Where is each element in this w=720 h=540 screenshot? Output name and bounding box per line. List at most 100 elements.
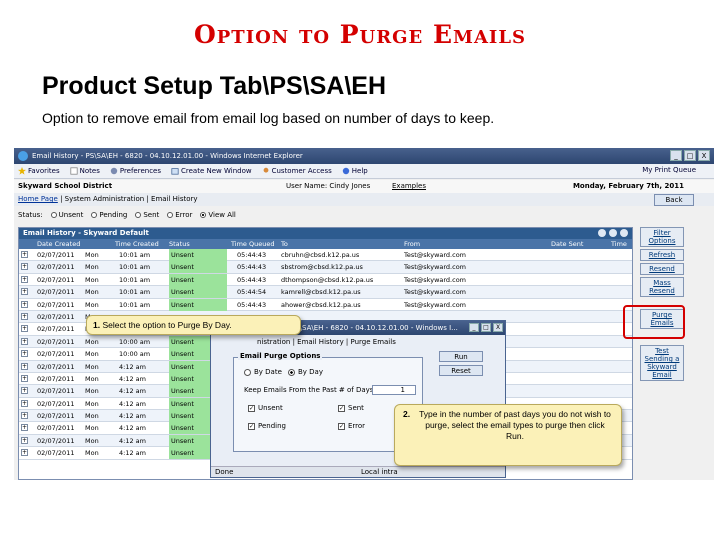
popup-minimize-button[interactable]: _	[469, 323, 479, 332]
col-to[interactable]: To	[281, 240, 288, 248]
search-icon[interactable]	[598, 229, 606, 237]
by-date-radio[interactable]: By Date	[244, 368, 282, 376]
expand-icon[interactable]: +	[21, 436, 28, 444]
window-icon	[171, 168, 179, 175]
status-sent-radio[interactable]: Sent	[135, 211, 159, 219]
table-row[interactable]: +02/07/2011 Mon 10:01 am Unsent 05:44:43 sbst…	[19, 261, 632, 274]
expand-icon[interactable]: +	[21, 288, 28, 296]
breadcrumb: Home Page | System Administration | Emai…	[14, 193, 714, 206]
note-icon	[70, 167, 78, 175]
expand-icon[interactable]: +	[21, 424, 28, 432]
cell-day: Mon	[85, 449, 99, 458]
col-time-created[interactable]: Time Created	[115, 240, 159, 248]
expand-icon[interactable]: +	[21, 399, 28, 407]
col-date-created[interactable]: Date Created	[37, 240, 80, 248]
expand-icon[interactable]: +	[21, 300, 28, 308]
cell-time-queued: 05:44:43	[237, 275, 267, 284]
expand-icon[interactable]: +	[21, 325, 28, 333]
popup-close-button[interactable]: X	[493, 323, 503, 332]
back-button[interactable]: Back	[654, 194, 694, 206]
table-row[interactable]: +02/07/2011 Mon 10:01 am Unsent 05:44:43 cbru…	[19, 249, 632, 262]
cell-time-created: 10:01 am	[119, 251, 151, 259]
col-status[interactable]: Status	[169, 240, 190, 248]
expand-icon[interactable]: +	[21, 374, 28, 382]
col-date-sent[interactable]: Date Sent	[551, 240, 583, 248]
menu-notes[interactable]: Notes	[70, 167, 100, 175]
cell-time-created: 4:12 am	[119, 412, 146, 421]
table-row[interactable]: +02/07/2011 Mon 10:01 am Unsent 05:44:43 ahow…	[19, 298, 632, 311]
minimize-button[interactable]: _	[670, 150, 682, 161]
expand-icon[interactable]: +	[21, 312, 28, 320]
resend-button[interactable]: Resend	[640, 263, 684, 275]
expand-icon[interactable]: +	[21, 275, 28, 283]
run-button[interactable]: Run	[439, 351, 483, 362]
home-page-link[interactable]: Home Page	[18, 195, 58, 203]
menu-customer-access[interactable]: Customer Access	[262, 167, 332, 175]
col-time[interactable]: Time	[611, 240, 627, 248]
filter-options-button[interactable]: Filter Options	[640, 227, 684, 247]
cell-day: Mon	[85, 263, 99, 272]
print-icon[interactable]	[609, 229, 617, 237]
cell-time-created: 10:00 am	[119, 350, 151, 359]
expand-icon[interactable]: +	[21, 362, 28, 370]
close-button[interactable]: X	[698, 150, 710, 161]
unsent-checkbox[interactable]: ✓ Unsent	[248, 404, 283, 412]
popup-statusbar: Done Local intra	[211, 466, 505, 477]
expand-icon[interactable]: +	[21, 350, 28, 358]
refresh-button[interactable]: Refresh	[640, 249, 684, 261]
col-from[interactable]: From	[404, 240, 420, 248]
cell-time-created: 4:12 am	[119, 449, 146, 458]
col-time-queued[interactable]: Time Queued	[231, 240, 274, 248]
days-input[interactable]: 1	[372, 385, 416, 395]
status-unsent-radio[interactable]: Unsent	[50, 211, 83, 219]
reset-button[interactable]: Reset	[439, 365, 483, 376]
mass-resend-button[interactable]: Mass Resend	[640, 277, 684, 297]
sent-checkbox[interactable]: ✓ Sent	[338, 404, 364, 412]
menu-preferences[interactable]: Preferences	[110, 167, 161, 175]
expand-icon[interactable]: +	[21, 263, 28, 271]
days-label: Keep Emails From the Past # of Days:	[244, 386, 376, 394]
cell-date-created: 02/07/2011	[37, 449, 75, 458]
popup-maximize-button[interactable]: □	[481, 323, 491, 332]
test-send-email-button[interactable]: Test Sending a Skyward Email	[640, 345, 684, 381]
my-print-queue-link[interactable]: My Print Queue	[642, 166, 696, 174]
user-name: User Name: Cindy Jones	[286, 182, 371, 190]
expand-icon[interactable]: +	[21, 449, 28, 457]
status-filter: Status: Unsent Pending Sent Error View A…	[14, 208, 634, 222]
expand-icon[interactable]: +	[21, 337, 28, 345]
screenshot-window: Email History - PS\SA\EH - 6820 - 04.10.…	[14, 148, 714, 480]
cell-date-created: 02/07/2011	[37, 412, 75, 421]
examples-link[interactable]: Examples	[392, 182, 426, 190]
cell-day: Mon	[85, 275, 99, 284]
menu-help[interactable]: Help	[342, 167, 368, 175]
menu-create-new-window[interactable]: Create New Window	[171, 167, 252, 175]
table-row[interactable]: +02/07/2011 Mon 10:01 am Unsent 05:44:43 dtho…	[19, 273, 632, 287]
cell-date-created: 02/07/2011	[37, 350, 75, 359]
status-pending-radio[interactable]: Pending	[91, 211, 127, 219]
cell-time-queued: 05:44:43	[237, 251, 267, 259]
by-day-radio[interactable]: By Day	[288, 368, 323, 376]
cell-to: ahower@cbsd.k12.pa.us	[281, 300, 361, 309]
cell-date-created: 02/07/2011	[37, 275, 75, 284]
status-error-radio[interactable]: Error	[167, 211, 192, 219]
expand-icon[interactable]: +	[21, 387, 28, 395]
cell-time-created: 4:12 am	[119, 424, 146, 433]
expand-icon[interactable]: +	[21, 251, 28, 258]
table-row[interactable]: +02/07/2011 Mon 10:01 am Unsent 05:44:54 kamr…	[19, 286, 632, 299]
cell-time-queued: 05:44:54	[237, 288, 267, 297]
header-bar: Skyward School District User Name: Cindy…	[14, 180, 714, 193]
cell-status: Unsent	[169, 261, 227, 274]
slide-subtitle: Product Setup Tab\PS\SA\EH	[42, 72, 387, 100]
expand-icon[interactable]: +	[21, 412, 28, 420]
cell-status: Unsent	[169, 286, 227, 299]
gear-icon	[110, 167, 118, 175]
cell-time-created: 10:01 am	[119, 275, 151, 284]
menu-favorites[interactable]: Favorites	[18, 167, 60, 175]
pending-checkbox[interactable]: ✓ Pending	[248, 422, 286, 430]
current-date: Monday, February 7th, 2011	[572, 182, 684, 190]
help-icon[interactable]	[620, 229, 628, 237]
status-view-all-radio[interactable]: View All	[200, 211, 236, 219]
maximize-button[interactable]: □	[684, 150, 696, 161]
error-checkbox[interactable]: ✓ Error	[338, 422, 365, 430]
cell-day: Mon	[85, 288, 99, 297]
